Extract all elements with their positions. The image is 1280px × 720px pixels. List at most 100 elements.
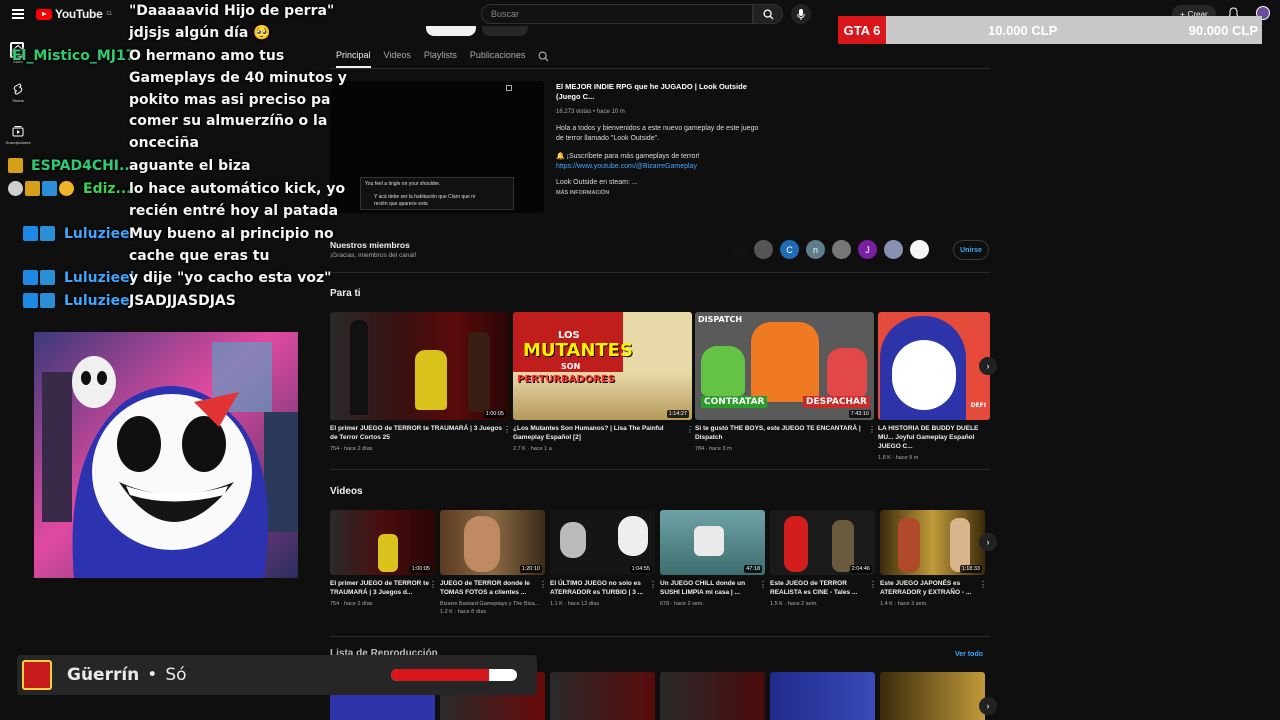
video-thumbnail[interactable]: DEFI [878,312,990,420]
member-avatar[interactable] [731,242,747,258]
chat-message: lo hace automático kick, yo [129,181,346,197]
video-card[interactable]: 1:04:55 El ÚLTIMO JUEGO no solo es ATERR… [550,510,657,608]
playlist-thumbnail[interactable] [880,672,985,720]
next-arrow-button[interactable]: › [979,533,997,551]
tab-videos[interactable]: Videos [384,50,411,68]
member-avatar[interactable] [884,240,903,259]
tab-publicaciones[interactable]: Publicaciones [470,50,526,68]
chat-message: Gameplays de 40 minutos y [129,70,347,86]
playlist-thumbnail[interactable] [660,672,765,720]
video-card[interactable]: 2:04:46 Este JUEGO de TERROR REALISTA es… [770,510,877,608]
member-avatar[interactable]: J [858,240,877,259]
video-title[interactable]: El primer JUEGO de TERROR te TRAUMARÁ | … [330,424,509,442]
more-options-icon[interactable]: ⋮ [868,425,876,434]
video-title[interactable]: LA HISTORIA DE BUDDY DUELE MU... Joyful … [878,424,990,451]
now-playing-widget: Güerrín • Só [17,655,537,695]
chevron-right-icon: › [986,701,990,711]
video-duration: 1:18:33 [959,565,982,573]
chat-username: Luluzieel [64,293,135,309]
video-title[interactable]: Este JUEGO de TERROR REALISTA es CINE - … [770,579,875,597]
section-divider [330,469,990,470]
chat-message: Muy bueno al principio no [129,226,334,242]
see-all-link[interactable]: Ver todo [955,651,983,658]
more-options-icon[interactable]: ⋮ [429,580,437,589]
more-options-icon[interactable]: ⋮ [649,580,657,589]
playlist-thumbnail[interactable] [550,672,655,720]
voice-search-button[interactable] [791,4,811,24]
video-card[interactable]: LOS MUTANTES SON PERTURBADORES 1:14:27 ¿… [513,312,694,453]
video-card[interactable]: 1:18:33 Este JUEGO JAPONÉS es ATERRADOR … [880,510,987,608]
video-title[interactable]: El primer JUEGO de TERROR te TRAUMARÁ | … [330,579,435,597]
video-thumbnail[interactable]: 2:04:46 [770,510,875,575]
prediction-label: GTA 6 [838,16,886,44]
video-duration: 1:04:55 [629,565,652,573]
steam-note: Look Outside en steam: ... [556,179,638,186]
video-title[interactable]: Si te gustó THE BOYS, este JUEGO TE ENCA… [695,424,874,442]
video-card[interactable]: 1:00:05 El primer JUEGO de TERROR te TRA… [330,510,437,608]
more-options-icon[interactable]: ⋮ [503,425,511,434]
video-card[interactable]: DEFI LA HISTORIA DE BUDDY DUELE MU... Jo… [878,312,990,462]
featured-video-title[interactable]: El MEJOR INDIE RPG que he JUGADO | Look … [556,82,766,102]
video-meta: 2.7 K · hace 1 a [513,446,552,452]
video-card[interactable]: DISPATCH CONTRATAR DESPACHAR 7:43:10 Si … [695,312,876,453]
video-thumbnail[interactable]: 1:00:05 [330,510,435,575]
video-title[interactable]: ¿Los Mutantes Son Humanos? | Lisa The Pa… [513,424,692,442]
video-title[interactable]: JUEGO de TERROR donde le TOMAS FOTOS a c… [440,579,545,597]
video-card[interactable]: 1:00:05 El primer JUEGO de TERROR te TRA… [330,312,511,453]
channel-search-icon[interactable] [538,51,549,62]
member-avatar[interactable]: C [780,240,799,259]
chat-badge-icon [59,181,74,196]
more-info-link[interactable]: MÁS INFORMACIÓN [556,188,766,198]
search-input[interactable]: Buscar [481,4,753,24]
more-options-icon[interactable]: ⋮ [869,580,877,589]
video-title[interactable]: Un JUEGO CHILL donde un SUSHI LIMPIA mi … [660,579,765,597]
channel-subscribe-button[interactable] [426,26,476,36]
search-icon [762,8,774,20]
video-thumbnail[interactable]: 1:20:10 [440,510,545,575]
chat-username: Luluzieel [64,270,135,286]
prediction-max-value: 90.000 CLP [1188,23,1258,38]
more-options-icon[interactable]: ⋮ [686,425,694,434]
member-avatar[interactable] [910,240,929,259]
video-thumbnail[interactable]: 1:18:33 [880,510,985,575]
video-thumbnail[interactable]: 47:18 [660,510,765,575]
channel-link[interactable]: https://www.youtube.com/@BizarreGameplay [556,162,766,172]
video-card[interactable]: 47:18 Un JUEGO CHILL donde un SUSHI LIMP… [660,510,767,608]
video-meta: 784 · hace 3 m [695,446,732,452]
video-thumbnail[interactable]: 1:04:55 [550,510,655,575]
member-avatar[interactable] [832,240,851,259]
search-button[interactable] [753,4,783,24]
video-thumbnail[interactable]: DISPATCH CONTRATAR DESPACHAR 7:43:10 [695,312,874,420]
join-button[interactable]: Unirse [953,240,989,260]
chat-badge-icon [40,293,55,308]
video-thumbnail[interactable]: 1:00:05 [330,312,509,420]
video-thumbnail[interactable]: LOS MUTANTES SON PERTURBADORES 1:14:27 [513,312,692,420]
more-options-icon[interactable]: ⋮ [979,580,987,589]
tabs-divider [330,68,990,69]
tab-principal[interactable]: Principal [336,50,371,68]
thumb-text: DEFI [970,402,986,409]
playlist-thumbnail[interactable] [770,672,875,720]
chat-message: y dije "yo cacho esta voz" [129,270,332,286]
next-arrow-button[interactable]: › [979,357,997,375]
member-avatar[interactable]: n [806,240,825,259]
video-meta: 1.1 K · hace 12 días [550,601,600,607]
video-title[interactable]: El ÚLTIMO JUEGO no solo es ATERRADOR es … [550,579,655,597]
chat-badge-icon [40,270,55,285]
tab-playlists[interactable]: Playlists [424,50,457,68]
more-options-icon[interactable]: ⋮ [539,580,547,589]
channel-join-button[interactable] [482,26,528,36]
section-divider [330,272,990,273]
video-duration: 47:18 [744,565,762,573]
prediction-bar: GTA 6 10.000 CLP 90.000 CLP [838,16,1262,44]
video-title[interactable]: Este JUEGO JAPONÉS es ATERRADOR y EXTRAÑ… [880,579,985,597]
more-options-icon[interactable]: ⋮ [759,580,767,589]
member-avatar[interactable] [754,240,773,259]
featured-video-thumbnail[interactable]: You feel a tingle on your shoulder. Y ac… [330,81,544,213]
next-arrow-button[interactable]: › [979,697,997,715]
section-title-videos: Videos [330,486,363,497]
video-card[interactable]: 1:20:10 JUEGO de TERROR donde le TOMAS F… [440,510,547,616]
thumb-text: PERTURBADORES [517,374,615,385]
chat-badge-icon [8,158,23,173]
featured-video-info: El MEJOR INDIE RPG que he JUGADO | Look … [556,82,766,198]
